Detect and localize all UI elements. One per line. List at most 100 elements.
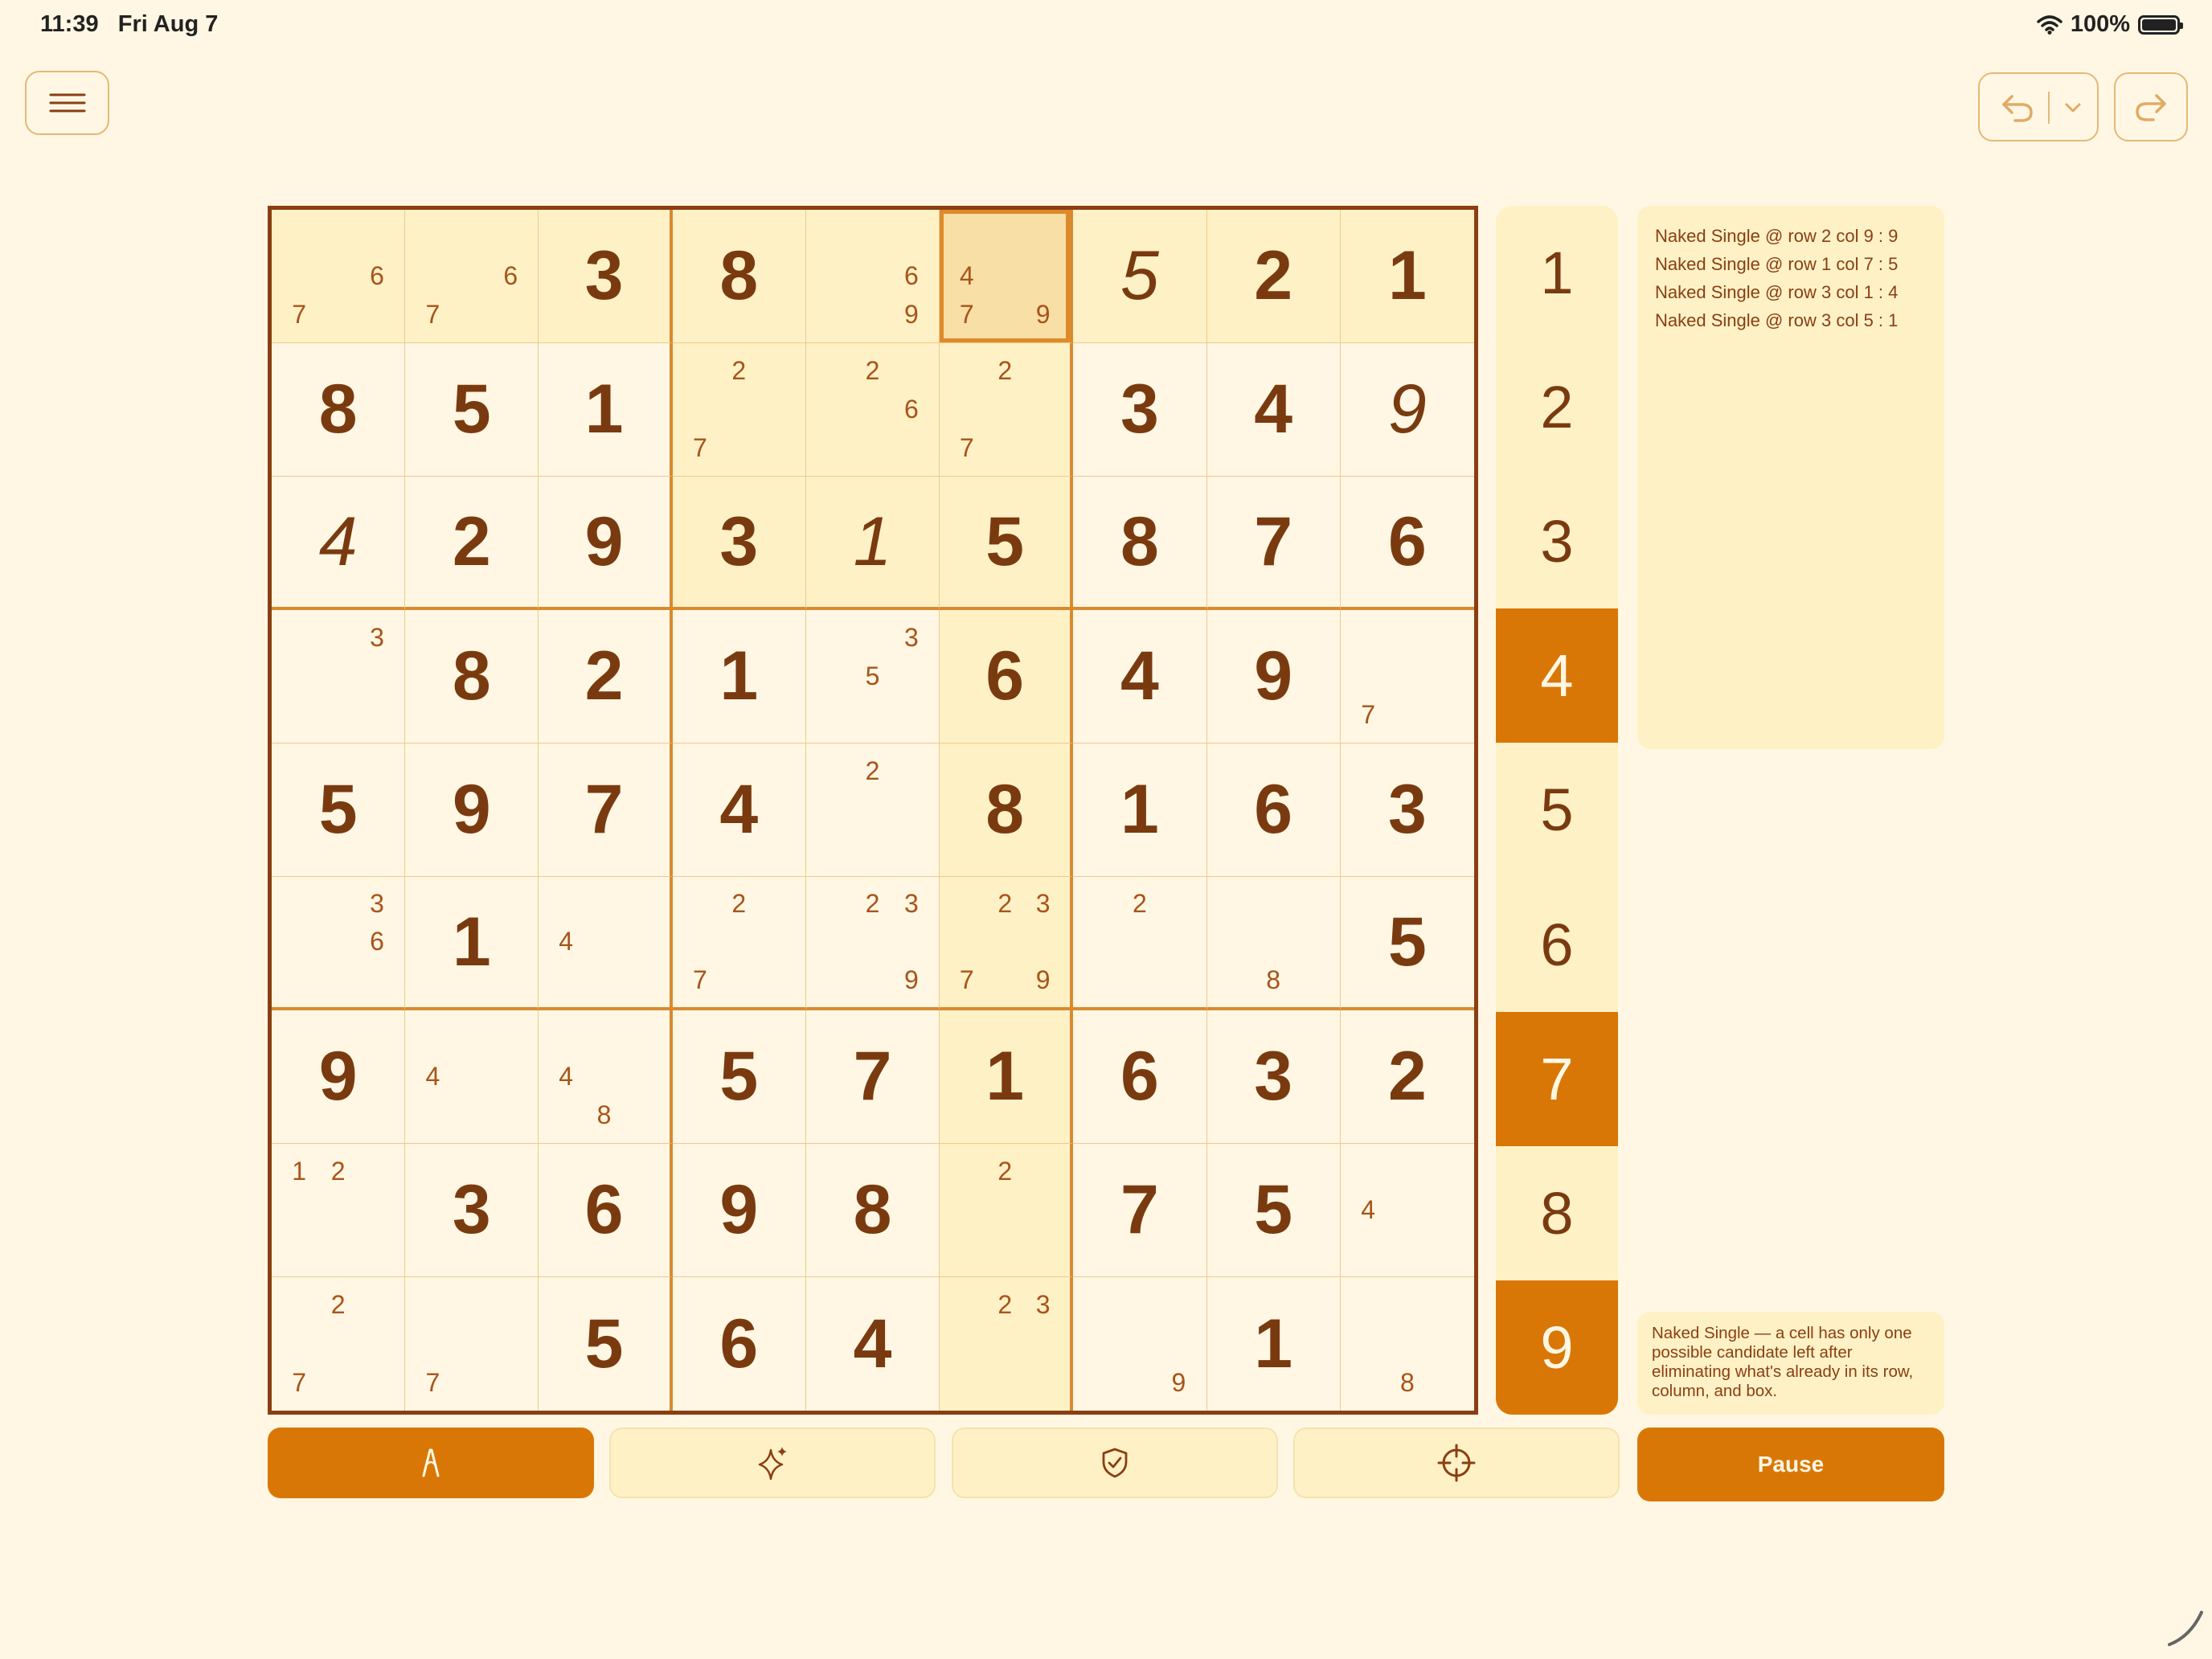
cell-r6-c5[interactable]: 23 9 [805,877,940,1010]
number-key-6[interactable]: 6 [1496,877,1618,1011]
cell-r4-c4[interactable]: 1 [672,610,806,743]
undo-arrow-icon[interactable] [2001,92,2034,124]
number-key-9[interactable]: 9 [1496,1280,1618,1415]
cell-r2-c3[interactable]: 1 [539,343,673,477]
cell-r5-c6[interactable]: 8 [940,743,1074,877]
cell-r8-c3[interactable]: 6 [539,1144,673,1277]
cell-r4-c7[interactable]: 4 [1073,610,1207,743]
cell-r9-c9[interactable]: 8 [1341,1277,1474,1411]
cell-r6-c1[interactable]: 36 [272,877,406,1010]
pencil-mode-button[interactable] [268,1428,594,1498]
cell-r4-c8[interactable]: 9 [1206,610,1341,743]
cell-r7-c3[interactable]: 48 [539,1010,673,1144]
cell-r9-c7[interactable]: 9 [1073,1277,1207,1411]
cell-r6-c4[interactable]: 27 [672,877,806,1010]
cell-r2-c4[interactable]: 27 [672,343,806,477]
cell-r7-c6[interactable]: 1 [940,1010,1074,1144]
cell-r6-c8[interactable]: 8 [1206,877,1341,1010]
cell-r9-c3[interactable]: 5 [539,1277,673,1411]
cell-r1-c7[interactable]: 5 [1073,210,1207,343]
redo-button[interactable] [2114,72,2188,141]
cell-r2-c2[interactable]: 5 [405,343,539,477]
cell-r2-c6[interactable]: 27 [940,343,1074,477]
cell-r7-c8[interactable]: 3 [1206,1010,1341,1144]
number-key-4[interactable]: 4 [1496,608,1618,743]
cell-r9-c8[interactable]: 1 [1207,1277,1341,1411]
cell-r3-c4[interactable]: 3 [672,477,806,610]
cell-r4-c3[interactable]: 2 [539,610,673,743]
number-key-5[interactable]: 5 [1496,743,1618,877]
cell-r1-c9[interactable]: 1 [1340,210,1474,343]
verify-button[interactable] [952,1428,1278,1498]
cell-r1-c6[interactable]: 4 7 9 [940,210,1074,343]
cell-r7-c1[interactable]: 9 [272,1010,406,1144]
auto-hint-button[interactable] [609,1428,936,1498]
cell-r2-c7[interactable]: 3 [1073,343,1207,477]
cell-r9-c6[interactable]: 23 [940,1277,1074,1411]
cell-r6-c2[interactable]: 1 [405,877,539,1010]
cell-r2-c8[interactable]: 4 [1206,343,1341,477]
cell-r3-c2[interactable]: 2 [405,477,539,610]
cell-r2-c1[interactable]: 8 [272,343,406,477]
cell-r9-c4[interactable]: 6 [673,1277,806,1411]
pause-button[interactable]: Pause [1637,1428,1944,1501]
cell-r9-c1[interactable]: 27 [272,1277,406,1411]
cell-r8-c9[interactable]: 4 [1340,1144,1474,1277]
cell-r5-c2[interactable]: 9 [405,743,539,877]
cell-r8-c1[interactable]: 12 [272,1144,406,1277]
cell-r1-c3[interactable]: 3 [539,210,673,343]
cell-r3-c8[interactable]: 7 [1206,477,1341,610]
cell-r5-c4[interactable]: 4 [672,743,806,877]
cell-r3-c9[interactable]: 6 [1340,477,1474,610]
cell-r5-c3[interactable]: 7 [539,743,673,877]
cell-r7-c2[interactable]: 4 [405,1010,539,1144]
number-key-3[interactable]: 3 [1496,474,1618,608]
cell-r4-c9[interactable]: 7 [1340,610,1474,743]
cell-r4-c2[interactable]: 8 [405,610,539,743]
cell-r3-c3[interactable]: 9 [539,477,673,610]
cell-r8-c7[interactable]: 7 [1073,1144,1207,1277]
number-key-1[interactable]: 1 [1496,206,1618,340]
cell-r3-c7[interactable]: 8 [1073,477,1207,610]
cell-r3-c6[interactable]: 5 [940,477,1074,610]
cell-r8-c2[interactable]: 3 [405,1144,539,1277]
cell-r5-c9[interactable]: 3 [1340,743,1474,877]
cell-r7-c4[interactable]: 5 [672,1010,806,1144]
cell-r8-c4[interactable]: 9 [672,1144,806,1277]
cell-r8-c5[interactable]: 8 [805,1144,940,1277]
cell-r4-c5[interactable]: 35 [805,610,940,743]
number-key-7[interactable]: 7 [1496,1011,1618,1146]
number-key-8[interactable]: 8 [1496,1146,1618,1280]
number-key-2[interactable]: 2 [1496,340,1618,474]
candidate-grid: 67 [280,218,396,334]
cell-r7-c7[interactable]: 6 [1073,1010,1207,1144]
chevron-down-icon[interactable] [2063,101,2083,114]
cell-r5-c7[interactable]: 1 [1073,743,1207,877]
cell-r8-c8[interactable]: 5 [1206,1144,1341,1277]
cell-r1-c8[interactable]: 2 [1206,210,1341,343]
cell-r5-c1[interactable]: 5 [272,743,406,877]
cell-r1-c1[interactable]: 67 [272,210,406,343]
cell-r5-c5[interactable]: 2 [805,743,940,877]
cell-r7-c5[interactable]: 7 [805,1010,940,1144]
cell-r4-c6[interactable]: 6 [940,610,1074,743]
cell-r6-c7[interactable]: 2 [1073,877,1207,1010]
cell-r3-c5[interactable]: 1 [805,477,940,610]
cell-r1-c2[interactable]: 67 [405,210,539,343]
cell-r3-c1[interactable]: 4 [272,477,406,610]
cell-r2-c9[interactable]: 9 [1340,343,1474,477]
cell-r2-c5[interactable]: 26 [805,343,940,477]
cell-r6-c3[interactable]: 4 [539,877,673,1010]
focus-target-button[interactable] [1293,1428,1620,1498]
menu-button[interactable] [25,71,109,135]
cell-r9-c2[interactable]: 7 [405,1277,539,1411]
cell-r6-c9[interactable]: 5 [1340,877,1474,1010]
cell-r8-c6[interactable]: 2 [940,1144,1074,1277]
cell-r4-c1[interactable]: 3 [272,610,406,743]
cell-r1-c4[interactable]: 8 [672,210,806,343]
cell-r1-c5[interactable]: 69 [805,210,940,343]
cell-r7-c9[interactable]: 2 [1340,1010,1474,1144]
cell-r9-c5[interactable]: 4 [806,1277,940,1411]
cell-r5-c8[interactable]: 6 [1206,743,1341,877]
cell-r6-c6[interactable]: 23 7 9 [940,877,1074,1010]
